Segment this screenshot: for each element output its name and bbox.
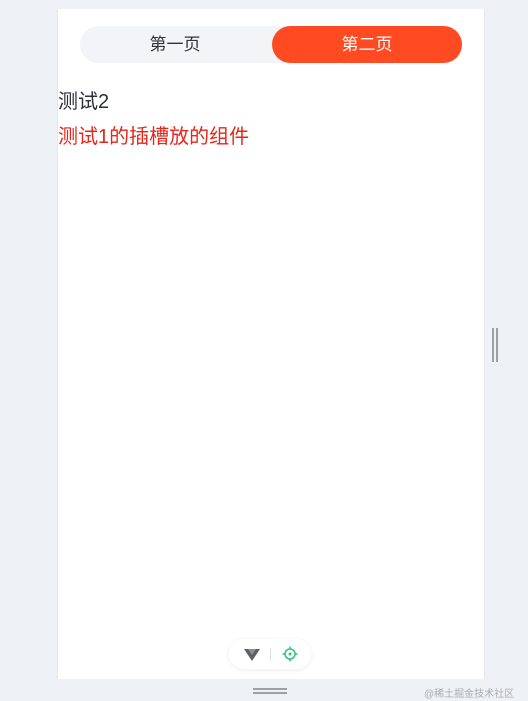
watermark: @稀土掘金技术社区 <box>424 689 515 700</box>
tab-first-page[interactable]: 第一页 <box>80 26 270 63</box>
resize-handle-bottom[interactable] <box>253 687 287 695</box>
resize-line <box>492 328 494 362</box>
content-text-test2: 测试2 <box>58 91 110 113</box>
phone-preview: 第一页 第二页 测试2 测试1的插槽放的组件 <box>57 9 485 679</box>
resize-line <box>253 692 287 694</box>
devtools-floating-toolbar <box>229 639 311 669</box>
vue-logo-icon[interactable] <box>244 649 260 661</box>
toolbar-divider <box>270 648 271 661</box>
devtools-stage: 第一页 第二页 测试2 测试1的插槽放的组件 @稀土掘金技术社区 <box>0 0 528 701</box>
tab-second-page[interactable]: 第二页 <box>272 26 462 63</box>
resize-line <box>253 688 287 690</box>
resize-line <box>496 328 498 362</box>
tab-bar: 第一页 第二页 <box>80 26 462 63</box>
target-icon[interactable] <box>282 646 298 662</box>
resize-handle-right[interactable] <box>491 328 499 362</box>
slot-component-text: 测试1的插槽放的组件 <box>58 126 250 148</box>
